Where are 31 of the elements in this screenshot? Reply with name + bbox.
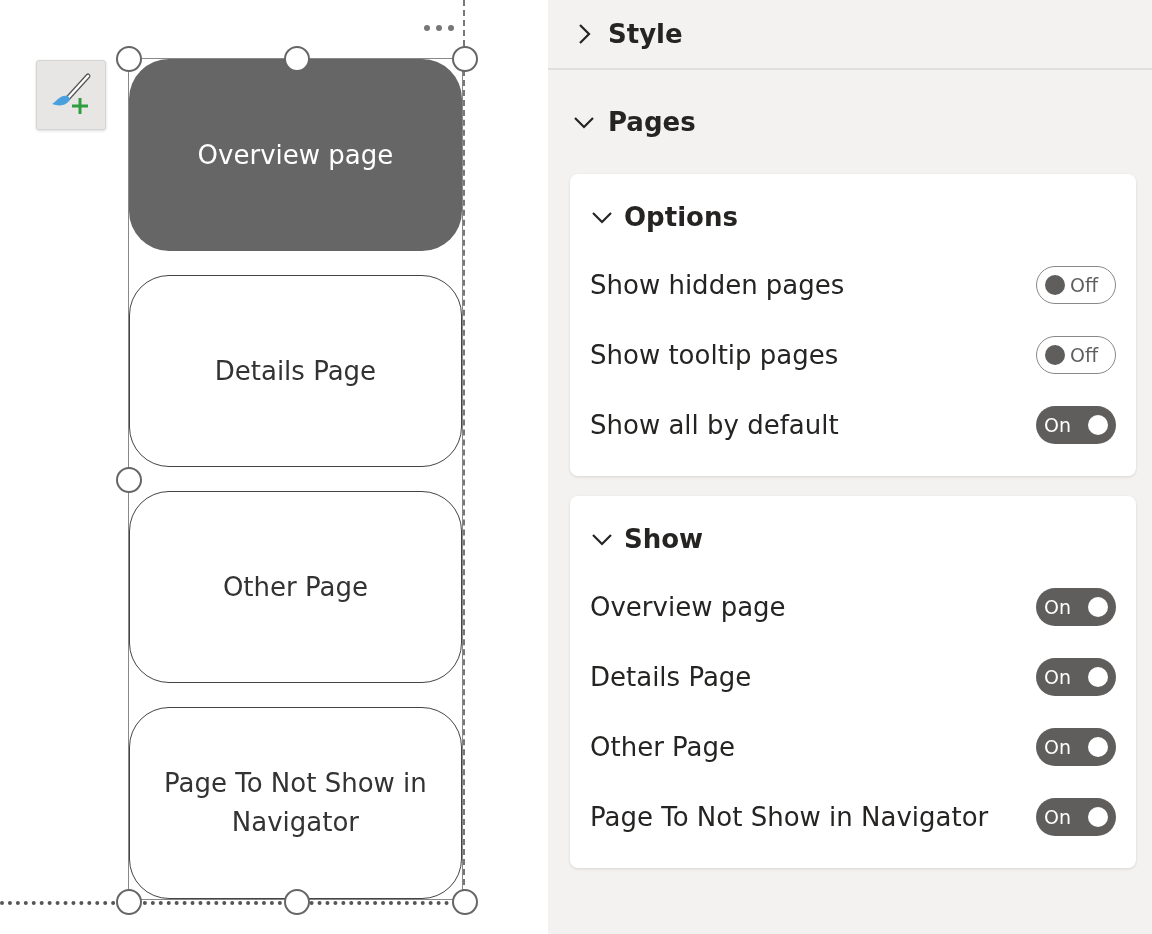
toggle-switch[interactable]: On xyxy=(1036,798,1116,836)
toggle-switch[interactable]: On xyxy=(1036,406,1116,444)
toggle-switch[interactable]: Off xyxy=(1036,336,1116,374)
resize-handle[interactable] xyxy=(283,889,310,915)
toggle-switch[interactable]: On xyxy=(1036,658,1116,696)
page-button[interactable]: Overview page xyxy=(128,59,462,251)
setting-label: Overview page xyxy=(590,592,786,622)
setting-label: Show tooltip pages xyxy=(590,340,839,370)
format-painter-button[interactable] xyxy=(36,60,106,130)
card-header[interactable]: Show xyxy=(590,524,1116,554)
toggle-switch[interactable]: On xyxy=(1036,588,1116,626)
setting-label: Show hidden pages xyxy=(590,270,845,300)
resize-handle[interactable] xyxy=(115,889,142,915)
section-header[interactable]: Pages xyxy=(548,70,1152,174)
card-header[interactable]: Options xyxy=(590,202,1116,232)
more-options-icon[interactable] xyxy=(424,25,454,31)
toggle-switch[interactable]: Off xyxy=(1036,266,1116,304)
section-header[interactable]: Style xyxy=(548,0,1152,68)
page-button[interactable]: Page To Not Show in Navigator xyxy=(128,707,462,899)
setting-label: Details Page xyxy=(590,662,752,692)
setting-label: Show all by default xyxy=(590,410,839,440)
resize-handle[interactable] xyxy=(115,467,142,493)
resize-handle[interactable] xyxy=(115,46,142,72)
toggle-switch[interactable]: On xyxy=(1036,728,1116,766)
setting-label: Other Page xyxy=(590,732,736,762)
resize-handle[interactable] xyxy=(283,46,310,72)
resize-handle[interactable] xyxy=(451,46,478,72)
page-button[interactable]: Details Page xyxy=(128,275,462,467)
setting-label: Page To Not Show in Navigator xyxy=(590,802,989,832)
page-button[interactable]: Other Page xyxy=(128,491,462,683)
resize-handle[interactable] xyxy=(451,889,478,915)
